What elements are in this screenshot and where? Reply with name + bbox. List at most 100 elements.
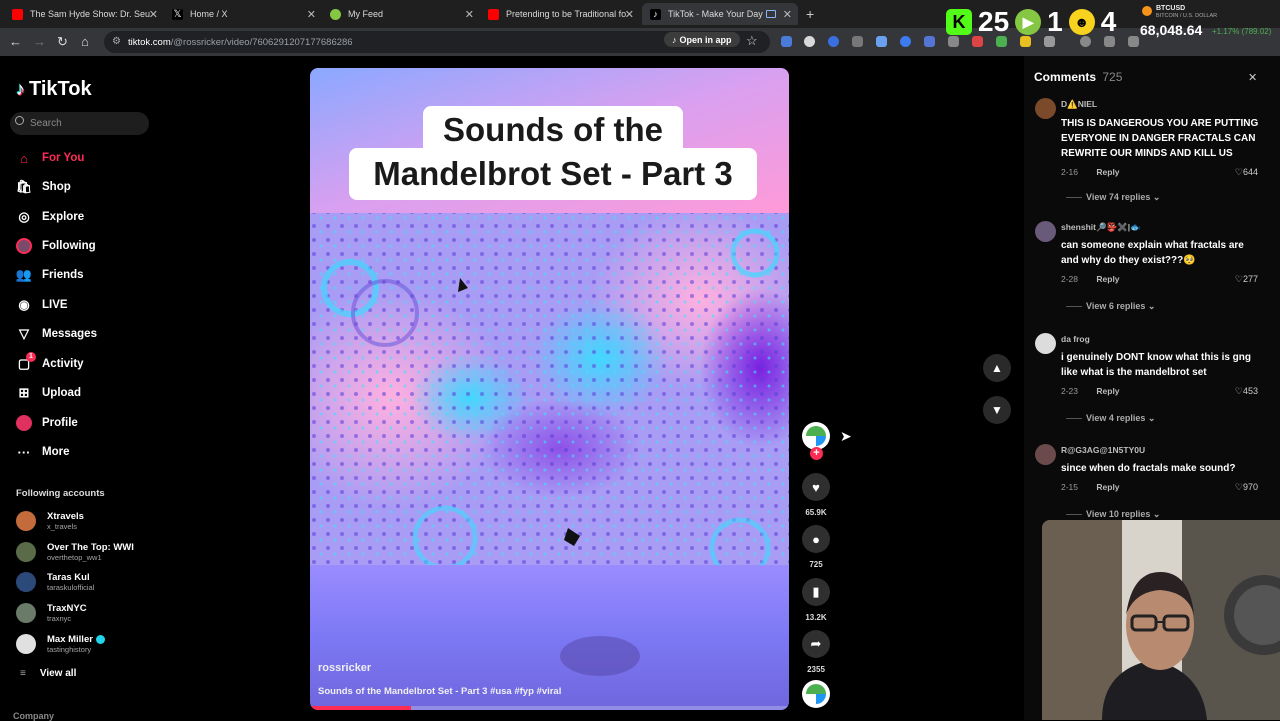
previous-video-button[interactable]: ▲ [983,354,1011,382]
bookmark-star-icon[interactable]: ☆ [746,33,758,49]
forward-arrow-icon[interactable]: → [33,34,46,49]
ticker-change: +1.17% (789.02) [1212,27,1272,36]
nav-explore[interactable]: ◎ Explore [16,207,84,227]
nav-label: Upload [42,387,81,399]
next-video-button[interactable]: ▼ [983,396,1011,424]
open-in-app-button[interactable]: ♪ Open in app [664,32,740,47]
browser-tab[interactable]: My Feed ✕ [322,3,480,25]
creator-avatar[interactable] [802,422,830,450]
video-progress-track[interactable] [310,706,789,710]
extension-icon[interactable] [924,36,935,47]
extension-icon[interactable] [781,36,792,47]
reload-icon[interactable]: ↻ [57,34,68,50]
comment-like[interactable]: ♡644 [1218,167,1258,178]
account-item[interactable]: TraxNYC traxnyc [16,600,87,626]
extension-icon[interactable] [876,36,887,47]
account-name: TraxNYC [47,603,87,614]
close-comments-icon[interactable]: ✕ [1248,71,1257,84]
nav-messages[interactable]: ▽ Messages [16,324,97,344]
nav-following[interactable]: Following [16,236,96,256]
avatar[interactable] [1035,221,1056,242]
share-button[interactable]: ➦ [802,630,830,658]
nav-live[interactable]: ◉ LIVE [16,295,68,315]
browser-tab[interactable]: The Sam Hyde Show: Dr. Seuss ✕ [4,3,164,25]
nav-friends[interactable]: 👥 Friends [16,265,84,285]
comment-meta: 2-16 Reply [1061,167,1120,177]
account-item[interactable]: Over The Top: WWI overthetop_ww1 [16,539,134,565]
nav-upload[interactable]: ⊞ Upload [16,383,81,403]
home-icon[interactable]: ⌂ [81,34,89,49]
chevron-down-icon: ▼ [991,403,1003,417]
back-arrow-icon[interactable]: ← [9,34,22,49]
webcam-feed-image [1042,520,1280,720]
comment-username[interactable]: R@G3AG@1N5TY0U [1061,445,1145,455]
follow-plus-button[interactable]: + [810,447,823,460]
music-disc-button[interactable] [802,680,830,708]
nav-profile[interactable]: Profile [16,413,78,433]
view-replies-button[interactable]: View 10 replies ⌄ [1066,509,1160,520]
url-host: tiktok.com [128,36,171,48]
reply-button[interactable]: Reply [1096,482,1119,492]
nav-more[interactable]: ··· More [16,442,70,462]
nav-activity[interactable]: ▢ 1 Activity [16,352,84,374]
comment-like[interactable]: ♡453 [1218,386,1258,397]
comment-username[interactable]: D⚠️NIEL [1061,99,1097,110]
comments-count: 725 [1102,70,1123,84]
reply-button[interactable]: Reply [1096,386,1119,396]
comment-like[interactable]: ♡970 [1218,482,1258,493]
video-author[interactable]: rossricker [318,662,371,674]
nav-label: Explore [42,211,85,223]
search-input[interactable]: Search [10,112,149,135]
nav-for-you[interactable]: ⌂ For You [16,148,84,168]
browser-tab[interactable]: Pretending to be Traditional fo ✕ [480,3,640,25]
extension-icon[interactable] [852,36,863,47]
nav-label: More [42,446,70,458]
tab-title: Home / X [190,9,228,19]
comment-username[interactable]: da frog [1061,334,1090,344]
view-replies-button[interactable]: View 4 replies ⌄ [1066,413,1155,424]
save-button[interactable]: ▮ [802,578,830,606]
view-replies-button[interactable]: View 74 replies ⌄ [1066,192,1160,203]
browser-tab[interactable]: 𝕏 Home / X ✕ [164,3,322,25]
rumble-count: 1 [1047,6,1063,37]
comment-button[interactable]: ● [802,525,830,553]
account-name: Xtravels [47,511,84,522]
new-tab-plus-icon[interactable]: + [806,6,814,22]
reply-button[interactable]: Reply [1096,167,1119,177]
rumble-icon: ▶ [1015,9,1042,35]
extension-icon[interactable] [900,36,911,47]
comment-text: i genuinely DONT know what this is gng l… [1061,352,1252,378]
comment-username[interactable]: shenshit🔎👺✖️|🐟 [1061,222,1141,233]
tiktok-logo[interactable]: ♪ TikTok [16,78,92,101]
site-settings-icon[interactable]: ⚙ [112,36,121,47]
account-item[interactable]: Xtravels x_travels [16,508,84,534]
brand-name: TikTok [29,78,92,100]
extension-icon[interactable] [804,36,815,47]
reply-button[interactable]: Reply [1096,274,1119,284]
view-replies-button[interactable]: View 6 replies ⌄ [1066,301,1155,312]
account-item[interactable]: Taras Kul taraskulofficial [16,569,94,595]
view-all-link[interactable]: ≡ View all [20,668,76,679]
close-icon[interactable]: ✕ [465,8,474,21]
close-icon[interactable]: ✕ [625,8,634,21]
browser-tab-active[interactable]: ♪ TikTok - Make Your Day ✕ [642,3,798,25]
avatar[interactable] [1035,333,1056,354]
nav-label: Shop [42,181,71,193]
heart-outline-icon: ♡ [1234,482,1243,492]
nav-shop[interactable]: 🛍 Shop [16,177,71,197]
close-icon[interactable]: ✕ [149,8,158,21]
extension-icon[interactable] [828,36,839,47]
nav-label: Friends [42,269,84,281]
close-icon[interactable]: ✕ [783,8,792,21]
like-button[interactable]: ♥ [802,473,830,501]
nav-label: LIVE [42,299,68,311]
close-icon[interactable]: ✕ [307,8,316,21]
extension-icon[interactable] [1128,36,1139,47]
avatar[interactable] [1035,98,1056,119]
comment-like-count: 277 [1242,274,1258,284]
tab-title: The Sam Hyde Show: Dr. Seuss [30,9,150,19]
avatar[interactable] [1035,444,1056,465]
comment-like[interactable]: ♡277 [1218,274,1258,285]
smiley-glasses-icon: ☻ [1068,9,1095,35]
account-item[interactable]: Max Miller tastinghistory [16,631,105,657]
